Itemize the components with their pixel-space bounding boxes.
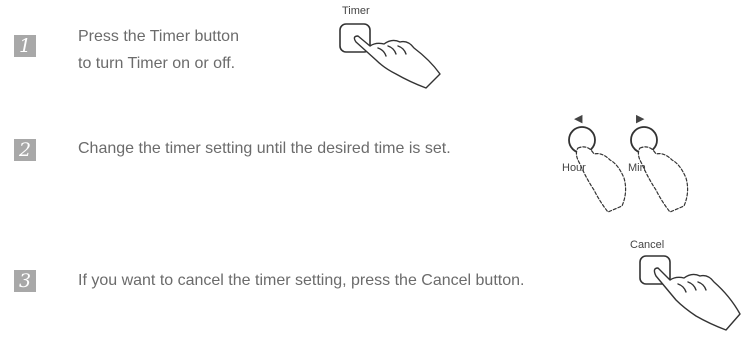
timer-button-label: Timer [342, 5, 370, 17]
cancel-button-illustration: Cancel [630, 239, 741, 331]
step-instruction-line: Change the timer setting until the desir… [78, 140, 451, 157]
step-instruction-line: Press the Timer button [78, 28, 239, 45]
step-number-badge: 3 [14, 270, 36, 292]
hand-pressing-button-icon [353, 35, 441, 89]
right-arrow-icon: ▶ [636, 113, 645, 125]
hour-min-buttons-illustration: ◀ ▶ Hour Min [562, 113, 689, 213]
step-number-badge: 1 [14, 35, 36, 57]
step-instruction-line: If you want to cancel the timer setting,… [78, 272, 525, 289]
hand-pressing-button-icon [653, 267, 741, 331]
step-instruction-line: to turn Timer on or off. [78, 55, 236, 72]
step-number-badge: 2 [14, 139, 36, 161]
min-button-label: Min [628, 162, 646, 174]
hour-button-label: Hour [562, 162, 586, 174]
cancel-button-label: Cancel [630, 239, 664, 251]
timer-button-illustration: Timer [339, 5, 441, 89]
hand-pressing-button-icon [575, 146, 689, 213]
left-arrow-icon: ◀ [574, 113, 583, 125]
